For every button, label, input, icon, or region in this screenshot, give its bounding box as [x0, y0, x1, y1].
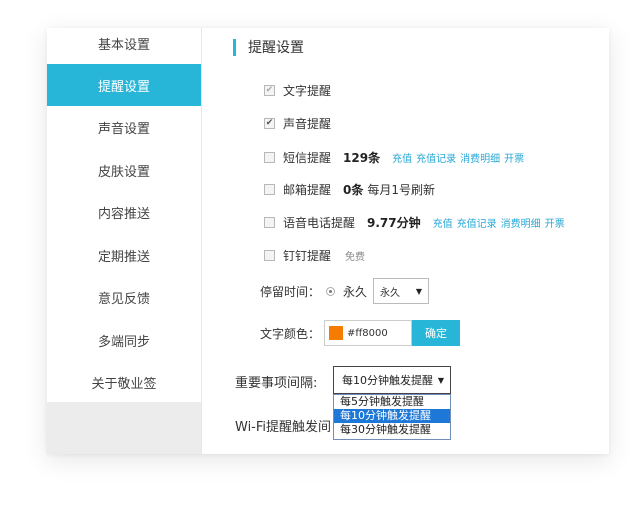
stay-time-row: 停留时间： 永久 永久 ▼	[260, 278, 430, 304]
interval-dropdown: 每5分钟触发提醒 每10分钟触发提醒 每30分钟触发提醒	[333, 394, 451, 440]
email-refresh-note: 每月1号刷新	[367, 183, 436, 197]
text-color-row: 文字颜色： #ff8000 确定	[260, 320, 461, 346]
sidebar-item-content-push[interactable]: 内容推送	[47, 191, 201, 233]
sms-balance: 129条	[343, 151, 381, 165]
sound-reminder-row: ✔ 声音提醒	[264, 115, 331, 132]
sound-reminder-checkbox[interactable]: ✔	[264, 118, 275, 129]
sidebar-item-skin[interactable]: 皮肤设置	[47, 149, 201, 191]
main-panel: 提醒设置 ✔ 文字提醒 ✔ 声音提醒 短信提醒 129条 充值 充值记录 消费明细开…	[202, 28, 609, 454]
dingtalk-free-note: 免费	[345, 252, 366, 263]
dingtalk-reminder-label: 钉钉提醒	[283, 249, 332, 263]
voice-links: 充值 充值记录 消费明细 开票	[433, 215, 569, 230]
dingtalk-reminder-row: 钉钉提醒 免费	[264, 247, 365, 264]
voice-reminder-row: 语音电话提醒 9.77分钟 充值 充值记录 消费明细 开票	[264, 214, 569, 231]
chevron-down-icon: ▼	[437, 375, 444, 385]
voice-recharge-record-link[interactable]: 充值记录	[457, 219, 497, 230]
stay-time-radio[interactable]	[326, 286, 336, 296]
interval-option[interactable]: 每30分钟触发提醒	[334, 423, 450, 437]
voice-reminder-label: 语音电话提醒	[283, 216, 356, 230]
section-title-text: 提醒设置	[248, 40, 304, 56]
interval-select[interactable]: 每10分钟触发提醒 ▼	[333, 366, 451, 394]
voice-recharge-link[interactable]: 充值	[433, 219, 453, 230]
sidebar-item-about[interactable]: 关于敬业签	[47, 361, 201, 403]
stay-time-select-value: 永久	[380, 287, 401, 299]
sidebar-item-sound[interactable]: 声音设置	[47, 106, 201, 148]
settings-card: 基本设置 提醒设置 声音设置 皮肤设置 内容推送 定期推送 意见反馈 多端同步 …	[47, 28, 609, 454]
interval-select-value: 每10分钟触发提醒	[342, 374, 433, 387]
text-color-label: 文字颜色：	[260, 326, 321, 341]
voice-reminder-checkbox[interactable]	[264, 217, 275, 228]
text-reminder-label: 文字提醒	[283, 84, 332, 98]
section-title: 提醒设置	[233, 38, 304, 56]
confirm-color-button[interactable]: 确定	[412, 320, 461, 346]
sms-reminder-checkbox[interactable]	[264, 152, 275, 163]
sound-reminder-label: 声音提醒	[283, 117, 332, 131]
sms-links: 充值 充值记录 消费明细 开票	[392, 150, 528, 165]
wifi-interval-label: Wi-Fi提醒触发间	[235, 420, 332, 435]
section-title-bar	[233, 38, 236, 56]
sms-recharge-record-link[interactable]: 充值记录	[416, 154, 456, 165]
email-reminder-checkbox[interactable]	[264, 184, 275, 195]
sidebar-item-basic[interactable]: 基本设置	[47, 28, 201, 64]
sidebar-item-scheduled-push[interactable]: 定期推送	[47, 234, 201, 276]
email-reminder-label: 邮箱提醒	[283, 183, 332, 197]
interval-option[interactable]: 每10分钟触发提醒	[334, 409, 450, 423]
email-balance: 0条	[343, 183, 364, 197]
voice-invoice-link[interactable]: 开票	[545, 219, 565, 230]
sms-consumption-link[interactable]: 消费明细	[460, 154, 500, 165]
sidebar-list: 基本设置 提醒设置 声音设置 皮肤设置 内容推送 定期推送 意见反馈 多端同步 …	[47, 28, 201, 402]
text-reminder-checkbox: ✔	[264, 85, 275, 96]
interval-label: 重要事项间隔:	[235, 376, 318, 391]
stay-time-select[interactable]: 永久 ▼	[373, 278, 430, 304]
sms-reminder-row: 短信提醒 129条 充值 充值记录 消费明细 开票	[264, 149, 528, 166]
sidebar-item-reminder[interactable]: 提醒设置	[47, 64, 201, 106]
voice-consumption-link[interactable]: 消费明细	[501, 219, 541, 230]
sidebar-item-feedback[interactable]: 意见反馈	[47, 276, 201, 318]
stay-time-label: 停留时间：	[260, 284, 321, 299]
stay-time-radio-label: 永久	[343, 284, 368, 299]
sms-reminder-label: 短信提醒	[283, 151, 332, 165]
sidebar-item-sync[interactable]: 多端同步	[47, 319, 201, 361]
text-reminder-row: ✔ 文字提醒	[264, 82, 331, 99]
chevron-down-icon: ▼	[415, 286, 423, 296]
text-color-input[interactable]: #ff8000	[324, 320, 413, 346]
interval-option[interactable]: 每5分钟触发提醒	[334, 395, 450, 409]
sidebar: 基本设置 提醒设置 声音设置 皮肤设置 内容推送 定期推送 意见反馈 多端同步 …	[47, 28, 201, 454]
voice-balance: 9.77分钟	[367, 216, 421, 230]
email-reminder-row: 邮箱提醒 0条 每月1号刷新	[264, 181, 435, 198]
dingtalk-reminder-checkbox[interactable]	[264, 250, 275, 261]
text-color-value: #ff8000	[347, 327, 388, 339]
color-swatch[interactable]	[329, 326, 344, 340]
sms-invoice-link[interactable]: 开票	[504, 154, 524, 165]
sms-recharge-link[interactable]: 充值	[392, 154, 412, 165]
